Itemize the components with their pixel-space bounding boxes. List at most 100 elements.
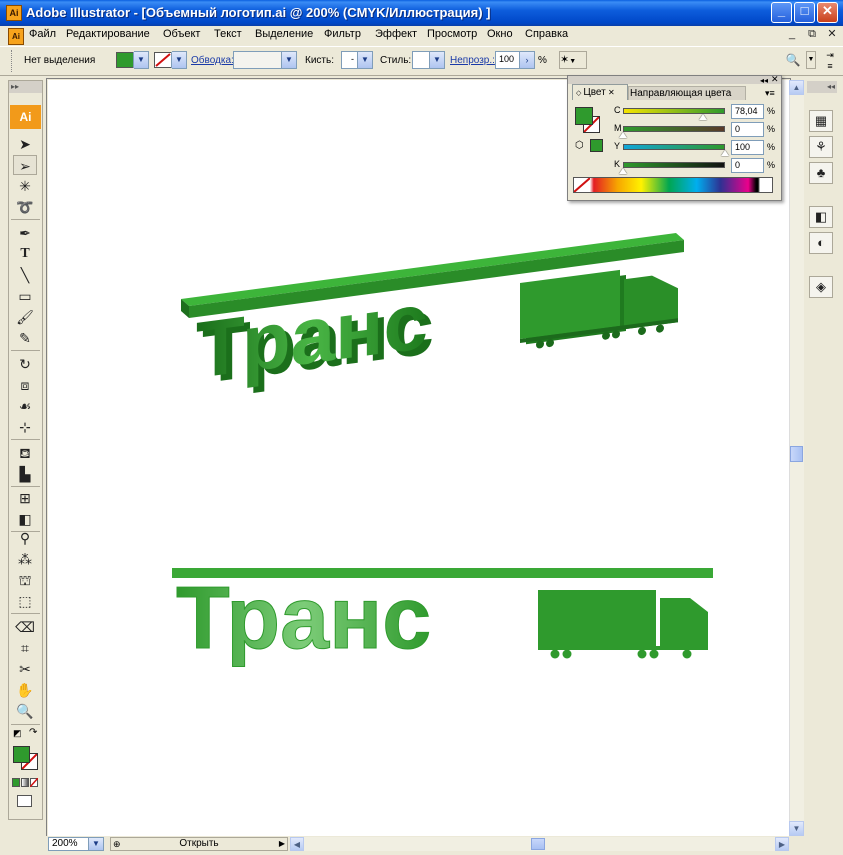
doc-restore-button[interactable]: ⧉ bbox=[804, 27, 820, 42]
transparency-panel-button[interactable]: ◐ bbox=[809, 232, 833, 254]
stroke-swatch[interactable] bbox=[154, 52, 172, 68]
stroke-dropdown[interactable]: ▼ bbox=[171, 51, 187, 69]
warp-tool[interactable]: ☙ bbox=[13, 396, 37, 416]
opacity-link[interactable]: Непрозр.: bbox=[450, 55, 495, 66]
swatches-panel-button[interactable]: ▦ bbox=[809, 110, 833, 132]
gradient-mode-button[interactable] bbox=[21, 778, 29, 787]
magenta-value-field[interactable]: 0 bbox=[731, 122, 764, 137]
color-spectrum[interactable] bbox=[573, 177, 773, 193]
default-colors-button[interactable]: ◩ bbox=[13, 728, 23, 738]
lasso-tool[interactable]: ➰ bbox=[13, 197, 37, 217]
minimize-button[interactable]: _ bbox=[771, 2, 792, 23]
live-paint-bucket-tool[interactable]: ⛫ bbox=[13, 570, 37, 590]
zoom-field[interactable]: 200% ▼ bbox=[48, 837, 104, 851]
layers-panel-button[interactable]: ◈ bbox=[809, 276, 833, 298]
direct-selection-tool[interactable]: ➢ bbox=[13, 155, 37, 175]
menu-edit[interactable]: Редактирование bbox=[66, 28, 150, 40]
magenta-slider[interactable] bbox=[623, 126, 725, 132]
eraser-tool[interactable]: ⌫ bbox=[13, 617, 37, 637]
scissors-tool[interactable]: ✂ bbox=[13, 659, 37, 679]
control-menu-button[interactable]: ⇥ ≡ bbox=[822, 50, 838, 72]
logo-3d[interactable]: Транс Транс bbox=[181, 233, 684, 402]
fill-color-box[interactable] bbox=[13, 746, 30, 763]
status-menu[interactable]: ⊕ Открыть ▶ bbox=[110, 837, 288, 851]
menu-view[interactable]: Просмотр bbox=[427, 28, 477, 40]
stroke-weight-field[interactable]: ▼ bbox=[233, 51, 297, 69]
scroll-down-button[interactable]: ▼ bbox=[789, 821, 804, 836]
pen-tool[interactable]: ✒ bbox=[13, 223, 37, 243]
menu-file[interactable]: Файл bbox=[29, 28, 56, 40]
menu-type[interactable]: Текст bbox=[214, 28, 242, 40]
stroke-link[interactable]: Обводка: bbox=[191, 55, 234, 66]
doc-close-button[interactable]: ✕ bbox=[824, 27, 840, 42]
line-tool[interactable]: ╲ bbox=[13, 265, 37, 285]
screen-mode-button[interactable] bbox=[17, 795, 32, 807]
black-slider-handle[interactable] bbox=[619, 168, 627, 174]
swap-colors-button[interactable]: ↷ bbox=[29, 727, 39, 738]
magic-wand-tool[interactable]: ✳ bbox=[13, 176, 37, 196]
yellow-value-field[interactable]: 100 bbox=[731, 140, 764, 155]
rotate-tool[interactable]: ↻ bbox=[13, 354, 37, 374]
horizontal-scroll-thumb[interactable] bbox=[531, 838, 545, 850]
bridge-dropdown[interactable]: ▼ bbox=[806, 51, 816, 69]
scroll-up-button[interactable]: ▲ bbox=[789, 80, 804, 95]
panel-collapse-button[interactable]: ◂◂ bbox=[760, 76, 768, 85]
mesh-tool[interactable]: ⊞ bbox=[13, 488, 37, 508]
hand-tool[interactable]: ✋ bbox=[13, 680, 37, 700]
none-color-swatch[interactable] bbox=[573, 177, 591, 193]
logo-flat[interactable]: Транс bbox=[172, 568, 713, 668]
fill-swatch[interactable] bbox=[116, 52, 134, 68]
cyan-slider[interactable] bbox=[623, 108, 725, 114]
fill-dropdown[interactable]: ▼ bbox=[133, 51, 149, 69]
opacity-field[interactable]: 100 › bbox=[495, 51, 535, 69]
menu-help[interactable]: Справка bbox=[525, 28, 568, 40]
symbol-sprayer-tool[interactable]: ⛾ bbox=[13, 443, 37, 463]
doc-minimize-button[interactable]: _ bbox=[784, 27, 800, 42]
tools-panel-grip[interactable]: ▸▸ bbox=[9, 81, 42, 93]
yellow-slider-handle[interactable] bbox=[721, 150, 729, 156]
scale-tool[interactable]: ⧈ bbox=[13, 375, 37, 395]
vertical-scroll-thumb[interactable] bbox=[790, 446, 803, 462]
brush-dropdown[interactable]: - ▼ bbox=[341, 51, 373, 69]
in-gamut-swatch[interactable] bbox=[590, 139, 603, 152]
tab-color-guide[interactable]: Направляющая цвета bbox=[628, 86, 746, 100]
menu-effect[interactable]: Эффект bbox=[375, 28, 417, 40]
gamut-warning-icon[interactable]: ⬡ bbox=[575, 140, 584, 151]
panel-close-button[interactable]: ✕ bbox=[771, 74, 779, 85]
graph-tool[interactable]: ▙ bbox=[13, 464, 37, 484]
menu-select[interactable]: Выделение bbox=[255, 28, 313, 40]
gradient-tool[interactable]: ◧ bbox=[13, 509, 37, 529]
menu-window[interactable]: Окно bbox=[487, 28, 513, 40]
menu-filter[interactable]: Фильтр bbox=[324, 28, 361, 40]
color-panel-titlebar[interactable] bbox=[568, 76, 781, 84]
recolor-button[interactable]: ✶▼ bbox=[559, 51, 587, 69]
black-slider[interactable] bbox=[623, 162, 725, 168]
eyedropper-tool[interactable]: ⚲ bbox=[13, 528, 37, 548]
none-mode-button[interactable] bbox=[30, 778, 38, 787]
tab-color[interactable]: ◇ Цвет ✕ bbox=[572, 84, 628, 100]
app-icon[interactable]: Ai bbox=[6, 5, 22, 21]
yellow-slider[interactable] bbox=[623, 144, 725, 150]
zoom-tool[interactable]: 🔍 bbox=[13, 701, 37, 721]
cyan-value-field[interactable]: 78,04 bbox=[731, 104, 764, 119]
control-grip[interactable] bbox=[11, 50, 16, 72]
magenta-slider-handle[interactable] bbox=[619, 132, 627, 138]
gradient-panel-button[interactable]: ◧ bbox=[809, 206, 833, 228]
paintbrush-tool[interactable]: 🖌 bbox=[13, 307, 37, 327]
close-button[interactable]: ✕ bbox=[817, 2, 838, 23]
black-value-field[interactable]: 0 bbox=[731, 158, 764, 173]
panel-fill-box[interactable] bbox=[575, 107, 593, 125]
maximize-button[interactable]: □ bbox=[794, 2, 815, 23]
bridge-button[interactable]: 🔍 bbox=[782, 51, 804, 69]
color-mode-button[interactable] bbox=[12, 778, 20, 787]
scroll-left-button[interactable]: ◀ bbox=[290, 837, 304, 851]
live-paint-selection-tool[interactable]: ⬚ bbox=[13, 591, 37, 611]
cyan-slider-handle[interactable] bbox=[698, 114, 707, 120]
rectangle-tool[interactable]: ▭ bbox=[13, 286, 37, 306]
document-icon[interactable]: Ai bbox=[8, 28, 24, 45]
type-tool[interactable]: T bbox=[13, 244, 37, 264]
blend-tool[interactable]: ⁂ bbox=[13, 549, 37, 569]
style-dropdown[interactable]: ▼ bbox=[412, 51, 445, 69]
pencil-tool[interactable]: ✎ bbox=[13, 328, 37, 348]
selection-tool[interactable]: ➤ bbox=[13, 134, 37, 154]
